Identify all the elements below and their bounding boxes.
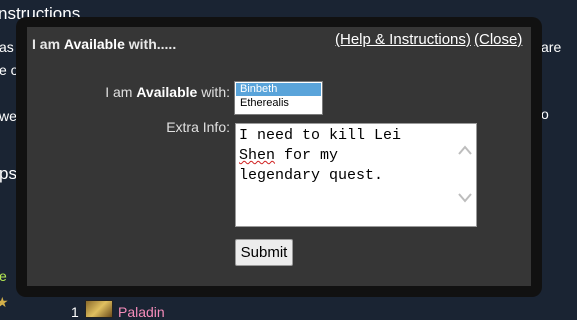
extra-info-text: I need to kill Lei Shen for my legendary… <box>239 127 402 184</box>
submit-button[interactable]: Submit <box>235 239 293 266</box>
misspelled-word: Shen <box>239 147 276 164</box>
modal-title: I am Available with..... <box>32 36 177 52</box>
background-subheading: ps <box>0 164 17 183</box>
background-text-fragment: o <box>541 106 549 122</box>
extra-info-label: Extra Info: <box>166 119 230 135</box>
available-with-label: I am Available with: <box>105 84 230 100</box>
background-text-fragment: e <box>0 268 7 284</box>
scroll-up-icon[interactable] <box>458 144 472 156</box>
scroll-down-icon[interactable] <box>458 192 472 204</box>
extra-info-textarea[interactable]: I need to kill Lei Shen for my legendary… <box>235 123 477 227</box>
help-instructions-link[interactable]: (Help & Instructions) <box>335 31 471 48</box>
background-class-name[interactable]: Paladin <box>118 304 165 320</box>
background-text-fragment: as <box>0 39 14 55</box>
background-list-number: 1 <box>71 304 79 320</box>
character-select-list[interactable]: Binbeth Etherealis <box>234 81 323 115</box>
background-text-fragment: we <box>0 108 17 124</box>
character-option-binbeth[interactable]: Binbeth <box>236 83 321 96</box>
availability-modal: I am Available with..... (Help & Instruc… <box>27 27 531 286</box>
close-link[interactable]: (Close) <box>474 31 522 48</box>
star-icon: ★ <box>0 294 9 310</box>
paladin-class-icon <box>85 300 113 318</box>
background-text-fragment: are <box>541 39 562 55</box>
character-option-etherealis[interactable]: Etherealis <box>236 97 321 110</box>
